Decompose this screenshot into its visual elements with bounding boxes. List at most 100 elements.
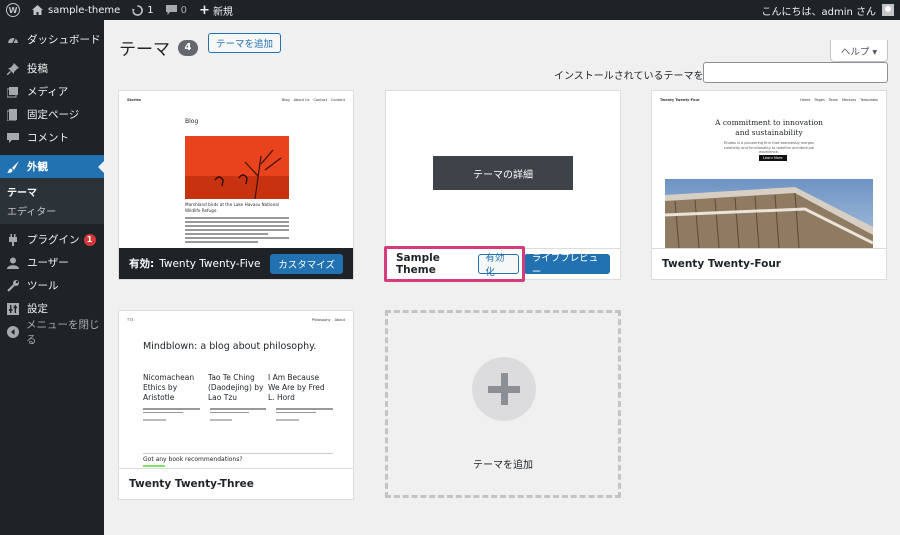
preview-caption: Marshland birds at the Lake Havasu Natio… [185, 202, 279, 213]
preview-nav-item: About [334, 318, 345, 322]
sidebar-item-label: コメント [27, 132, 69, 144]
page-title: テーマ 4 [119, 35, 198, 60]
pushpin-icon [6, 62, 20, 76]
theme-card-twenty-twenty-five[interactable]: Stories Blog About Us Contact Content Bl… [118, 90, 354, 280]
preview-nav-item: Pages [814, 98, 825, 102]
user-icon [6, 256, 20, 270]
sidebar-item-users[interactable]: ユーザー [0, 251, 104, 274]
theme-count-badge: 4 [178, 39, 198, 56]
active-prefix: 有効: [129, 258, 155, 270]
home-icon [32, 5, 43, 15]
live-preview-button[interactable]: ライブプレビュー [523, 253, 610, 278]
sidebar-item-pages[interactable]: 固定ページ [0, 103, 104, 126]
theme-screenshot[interactable]: テーマの詳細 [386, 91, 620, 248]
preview-body-lines [185, 217, 289, 243]
theme-screenshot[interactable]: Twenty Twenty-Four Home Pages Team Mento… [652, 91, 886, 248]
theme-search-input[interactable] [703, 62, 888, 83]
dashboard-icon [6, 33, 20, 47]
wordpress-logo-button[interactable]: W [0, 0, 26, 20]
add-new-theme-card[interactable]: テーマを追加 [385, 310, 621, 498]
preview-hero-image [185, 136, 289, 199]
comments-link[interactable]: 0 [160, 0, 193, 20]
customize-button[interactable]: カスタマイズ [270, 253, 343, 274]
preview-brand: Twenty Twenty-Four [660, 98, 700, 102]
preview-nav: TT3 Philosophy About [127, 318, 345, 322]
appearance-icon [6, 160, 20, 174]
preview-nav-item: Blog [281, 98, 290, 102]
activate-highlight-box [384, 246, 525, 282]
preview-post-excerpts [143, 408, 334, 421]
sidebar-item-media[interactable]: メディア [0, 80, 104, 103]
sidebar-item-plugins[interactable]: プラグイン 1 [0, 228, 104, 251]
preview-nav: Stories Blog About Us Contact Content [127, 98, 345, 102]
preview-cta-button: Learn More [759, 155, 787, 161]
media-icon [6, 85, 20, 99]
preview-architecture-image [665, 179, 873, 248]
theme-screenshot[interactable]: Stories Blog About Us Contact Content Bl… [119, 91, 353, 248]
sidebar-item-label: 外観 [27, 161, 48, 173]
sidebar-item-label: プラグイン [27, 234, 80, 246]
tools-icon [6, 279, 20, 293]
theme-details-button[interactable]: テーマの詳細 [433, 156, 573, 190]
plugin-icon [6, 233, 20, 247]
preview-heading: A commitment to innovation and sustainab… [715, 118, 823, 137]
preview-accent-bar [143, 465, 165, 467]
theme-card-twenty-twenty-four[interactable]: Twenty Twenty-Four Home Pages Team Mento… [651, 90, 887, 280]
sidebar-item-label: メディア [27, 86, 69, 98]
theme-info-bar: 有効: Twenty Twenty-Five カスタマイズ [119, 248, 353, 279]
preview-nav-item: Philosophy [311, 318, 331, 322]
preview-nav-item: Team [828, 98, 839, 102]
theme-name: Twenty Twenty-Four [662, 258, 781, 270]
updates-icon [132, 4, 144, 16]
plus-icon: + [199, 2, 210, 18]
sidebar-item-appearance[interactable]: 外観 [0, 155, 104, 178]
preview-nav-item: Contact [313, 98, 328, 102]
preview-post-title: Nicomachean Ethics by Aristotle [143, 373, 195, 402]
admin-sidebar: ダッシュボード 投稿 メディア 固定ページ コメント 外観 テーマ エディター [0, 20, 104, 535]
new-label: 新規 [212, 6, 233, 18]
site-name: sample-theme [48, 4, 121, 16]
submenu-item-editor[interactable]: エディター [0, 201, 104, 220]
preview-brand: TT3 [127, 318, 134, 322]
preview-heading: Mindblown: a blog about philosophy. [143, 341, 317, 352]
greeting: こんにちは、admin さん [761, 6, 876, 18]
plugin-update-badge: 1 [83, 233, 96, 246]
help-tab-button[interactable]: ヘルプ ▾ [830, 40, 888, 62]
collapse-menu-button[interactable]: メニューを閉じる [0, 319, 104, 346]
sidebar-item-label: ユーザー [27, 257, 69, 269]
sidebar-item-label: 設定 [27, 303, 48, 315]
theme-card-twenty-twenty-three[interactable]: TT3 Philosophy About Mindblown: a blog a… [118, 310, 354, 500]
wordpress-logo-icon: W [6, 3, 20, 17]
sidebar-item-dashboard[interactable]: ダッシュボード [0, 28, 104, 51]
theme-screenshot[interactable]: TT3 Philosophy About Mindblown: a blog a… [119, 311, 353, 468]
sidebar-item-posts[interactable]: 投稿 [0, 57, 104, 80]
settings-icon [6, 302, 20, 316]
preview-brand: Stories [127, 98, 141, 102]
comment-icon [6, 131, 20, 145]
theme-name: Twenty Twenty-Three [129, 478, 254, 490]
add-theme-button[interactable]: テーマを追加 [208, 33, 282, 53]
preview-nav-item: About Us [293, 98, 310, 102]
admin-bar: W sample-theme 1 0 + 新規 こんにちは、admin さん [0, 0, 900, 20]
collapse-menu-label: メニューを閉じる [26, 318, 100, 346]
submenu-item-themes[interactable]: テーマ [0, 182, 104, 201]
preview-prompt: Got any book recommendations? [143, 456, 243, 463]
sidebar-item-comments[interactable]: コメント [0, 126, 104, 149]
updates-link[interactable]: 1 [126, 0, 159, 20]
sidebar-item-label: 投稿 [27, 63, 48, 75]
appearance-submenu: テーマ エディター [0, 178, 104, 224]
preview-nav-item: Mentors [842, 98, 857, 102]
preview-heading: Blog [185, 118, 199, 125]
preview-nav-item: Content [331, 98, 345, 102]
sidebar-item-label: 固定ページ [27, 109, 80, 121]
account-menu[interactable]: こんにちは、admin さん [761, 3, 900, 18]
sidebar-item-tools[interactable]: ツール [0, 274, 104, 297]
add-new-theme-label: テーマを追加 [473, 460, 533, 471]
updates-count: 1 [147, 4, 154, 16]
preview-nav: Twenty Twenty-Four Home Pages Team Mento… [660, 98, 878, 102]
page-icon [6, 108, 20, 122]
new-content-link[interactable]: + 新規 [193, 0, 239, 20]
site-name-link[interactable]: sample-theme [26, 0, 126, 20]
sidebar-item-label: ダッシュボード [27, 34, 101, 46]
comment-bubble-icon [165, 5, 177, 15]
